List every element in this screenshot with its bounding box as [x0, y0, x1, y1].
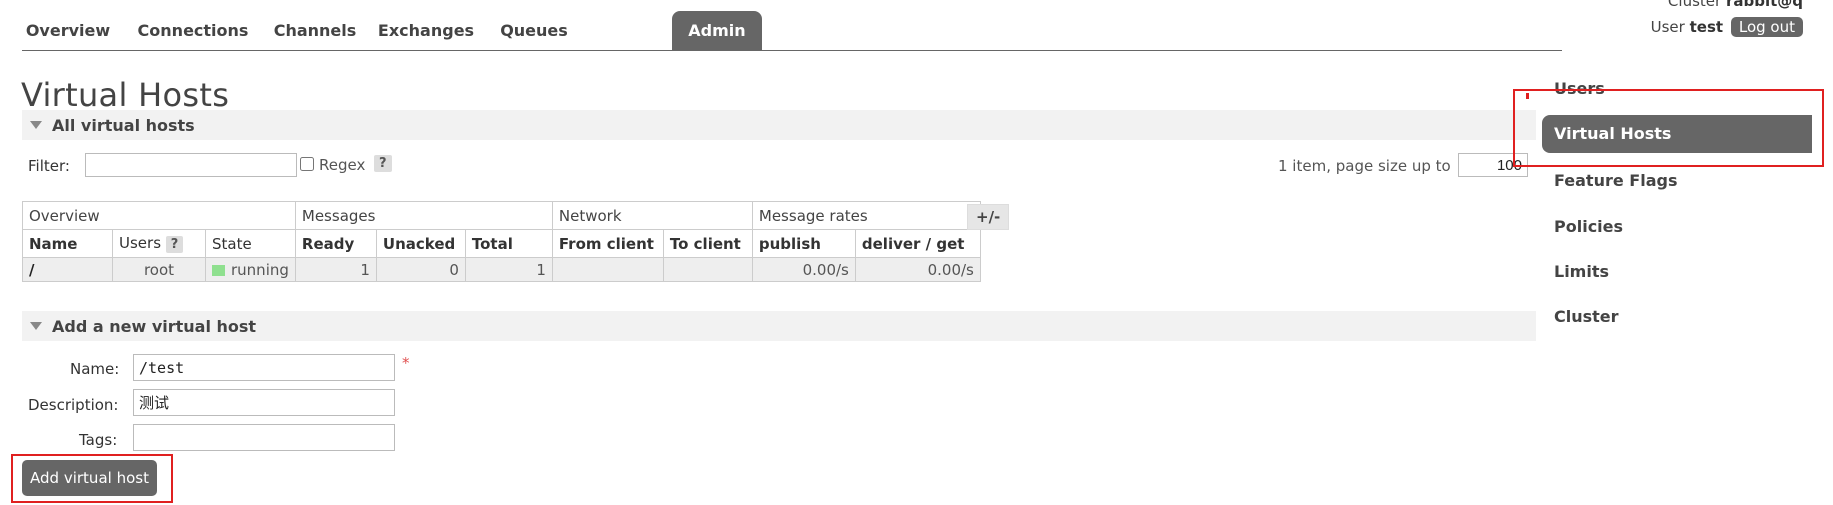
- col-state[interactable]: State: [205, 229, 296, 258]
- tab-admin[interactable]: Admin: [672, 11, 762, 51]
- tags-input[interactable]: [133, 424, 395, 451]
- sidebar-item-cluster[interactable]: Cluster: [1542, 298, 1812, 336]
- col-ready[interactable]: Ready: [294, 229, 377, 258]
- regex-help-icon[interactable]: ?: [374, 155, 392, 172]
- sidebar-item-policies[interactable]: Policies: [1542, 208, 1812, 246]
- column-toggle-button[interactable]: +/-: [967, 204, 1010, 230]
- group-message-rates: Message rates: [751, 201, 981, 230]
- group-messages: Messages: [294, 201, 553, 230]
- username: test: [1689, 18, 1724, 36]
- vhost-publish-rate: 0.00/s: [751, 257, 856, 282]
- tab-overview[interactable]: Overview: [22, 11, 114, 51]
- col-to-client[interactable]: To client: [662, 229, 753, 258]
- vhost-from-client: [551, 257, 664, 282]
- user-info: User test Log out: [1651, 17, 1803, 37]
- collapse-triangle-icon: [30, 322, 42, 330]
- col-users[interactable]: Users ?: [112, 229, 206, 258]
- vhost-unacked: 0: [375, 257, 466, 282]
- page-title: Virtual Hosts: [21, 76, 230, 114]
- tab-channels[interactable]: Channels: [272, 11, 358, 51]
- group-overview: Overview: [22, 201, 296, 230]
- all-vhosts-section-header[interactable]: All virtual hosts: [22, 110, 1536, 140]
- regex-checkbox[interactable]: [300, 157, 314, 171]
- section-title: Add a new virtual host: [52, 317, 257, 336]
- cluster-name: rabbit@q: [1725, 0, 1803, 10]
- add-vhost-section-header[interactable]: Add a new virtual host: [22, 311, 1536, 341]
- running-status-icon: [212, 264, 225, 276]
- vhost-users: root: [112, 257, 206, 282]
- group-network: Network: [551, 201, 753, 230]
- logout-button[interactable]: Log out: [1730, 17, 1803, 37]
- tab-exchanges[interactable]: Exchanges: [376, 11, 476, 51]
- tab-connections[interactable]: Connections: [134, 11, 252, 51]
- col-deliver-get[interactable]: deliver / get: [854, 229, 981, 258]
- col-name[interactable]: Name: [22, 229, 113, 258]
- vhost-state: running: [205, 257, 296, 282]
- sidebar-item-limits[interactable]: Limits: [1542, 253, 1812, 291]
- section-title: All virtual hosts: [52, 116, 195, 135]
- description-input[interactable]: [133, 389, 395, 416]
- annotation-mark: [1526, 93, 1529, 99]
- description-label: Description:: [28, 396, 119, 414]
- required-marker: *: [402, 354, 410, 372]
- user-label: User: [1650, 18, 1685, 36]
- cluster-info: Cluster rabbit@q: [1668, 0, 1803, 10]
- sidebar-item-feature-flags[interactable]: Feature Flags: [1542, 162, 1812, 200]
- regex-label: Regex: [319, 156, 366, 174]
- collapse-triangle-icon: [30, 121, 42, 129]
- name-label: Name:: [70, 360, 120, 378]
- col-publish[interactable]: publish: [751, 229, 856, 258]
- tab-queues[interactable]: Queues: [496, 11, 572, 51]
- annotation-highlight-box: [11, 454, 173, 503]
- col-from-client[interactable]: From client: [551, 229, 664, 258]
- vhost-name-input[interactable]: [133, 354, 395, 381]
- cluster-label: Cluster: [1667, 0, 1722, 10]
- annotation-highlight-box: [1513, 89, 1824, 167]
- nav-divider: [22, 50, 1562, 51]
- vhost-ready: 1: [294, 257, 377, 282]
- pagination-text: 1 item, page size up to: [1278, 157, 1451, 175]
- vhosts-table: Overview Messages Network Message rates …: [22, 201, 981, 282]
- filter-label: Filter:: [28, 157, 70, 175]
- tags-label: Tags:: [79, 431, 118, 449]
- col-unacked[interactable]: Unacked: [375, 229, 466, 258]
- vhost-deliver-rate: 0.00/s: [854, 257, 981, 282]
- users-help-icon[interactable]: ?: [165, 236, 184, 253]
- filter-input[interactable]: [85, 153, 297, 177]
- table-row[interactable]: / root running 1 0 1 0.00/s 0.00/s: [22, 257, 981, 282]
- vhost-to-client: [662, 257, 753, 282]
- vhost-total: 1: [464, 257, 553, 282]
- col-total[interactable]: Total: [464, 229, 553, 258]
- vhost-name-link[interactable]: /: [22, 257, 113, 282]
